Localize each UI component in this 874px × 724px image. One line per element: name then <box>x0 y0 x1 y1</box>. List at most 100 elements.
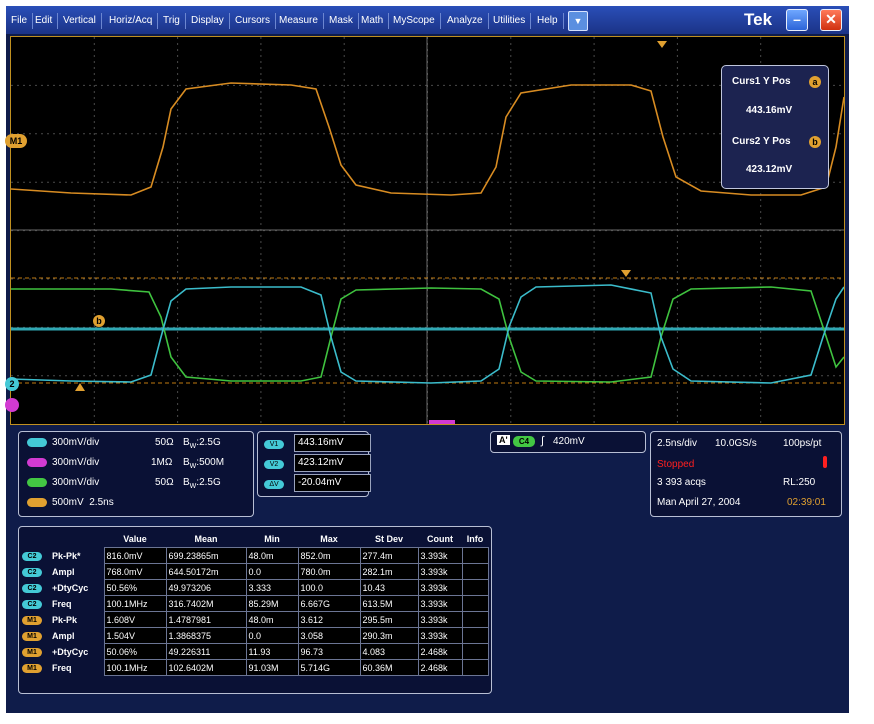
menu-measure[interactable]: Measure <box>274 13 324 29</box>
resolution: 100ps/pt <box>783 438 822 449</box>
measurement-min: 85.29M <box>245 595 299 612</box>
measurement-max: 3.058 <box>297 627 361 644</box>
curs2-marker: b <box>809 136 821 148</box>
menu-horiz-acq[interactable]: Horiz/Acq <box>104 13 159 29</box>
trigger-position-marker[interactable] <box>657 41 667 48</box>
ch4-impedance: 50Ω <box>155 477 174 488</box>
menu-myscope[interactable]: MyScope <box>388 13 441 29</box>
menu-display[interactable]: Display <box>186 13 230 29</box>
measurement-min: 3.333 <box>245 579 299 596</box>
measurement-source-badge: M1 <box>22 615 42 625</box>
measurement-value: 768.0mV <box>103 563 167 580</box>
measurement-count: 3.393k <box>417 547 463 564</box>
table-row[interactable]: C2 Pk-Pk* 816.0mV 699.23865m 48.0m 852.0m 277.… <box>20 547 489 564</box>
measurement-info <box>461 579 489 596</box>
menu-cursors[interactable]: Cursors <box>230 13 277 29</box>
menu-analyze[interactable]: Analyze <box>442 13 489 29</box>
curs2-value: 423.12mV <box>746 164 793 175</box>
m1-offset-marker[interactable]: M1 <box>5 134 27 148</box>
table-row[interactable]: C2 Freq 100.1MHz 316.7402M 85.29M 6.667G 613.5… <box>20 595 489 612</box>
channel-settings-panel: 300mV/div 50Ω BW:2.5G 300mV/div 1MΩ BW:5… <box>18 431 254 517</box>
cursor-b-position-marker[interactable] <box>75 383 85 391</box>
measurement-source-badge: C2 <box>22 567 42 577</box>
waveform-display[interactable]: M1 2 b Curs1 Y Pos a 443.16mV Curs2 Y Po… <box>5 36 845 425</box>
measurement-mean: 1.3868375 <box>165 627 247 644</box>
measurement-name: Pk-Pk <box>52 614 78 625</box>
ch2-offset-marker[interactable]: 2 <box>5 377 19 391</box>
measurement-badge: M1 <box>20 660 50 676</box>
menu-edit[interactable]: Edit <box>30 13 59 29</box>
measurement-name: Ampl <box>52 630 75 641</box>
col-value: Value <box>123 534 147 544</box>
trigger-panel[interactable]: A' C4 ∫ 420mV <box>490 431 646 453</box>
trigger-channel-badge: C4 <box>513 436 535 447</box>
ch2-settings-row[interactable]: 300mV/div <box>27 436 99 450</box>
measurement-info <box>461 611 489 628</box>
menu-help[interactable]: Help <box>532 13 564 29</box>
table-row[interactable]: C2 Ampl 768.0mV 644.50172m 0.0 780.0m 282.1m 3.… <box>20 563 489 580</box>
measurement-stdev: 613.5M <box>359 595 419 612</box>
cursor-b-label-marker: b <box>93 315 105 327</box>
measurement-name: Ampl <box>52 566 75 577</box>
math-settings-row[interactable]: 500mV 2.5ns <box>27 496 114 510</box>
table-row[interactable]: M1 +DtyCyc 50.06% 49.226311 11.93 96.73 4.083 2… <box>20 643 489 660</box>
table-row[interactable]: M1 Freq 100.1MHz 102.6402M 91.03M 5.714G 60.36… <box>20 659 489 676</box>
minimize-button[interactable]: – <box>786 9 808 31</box>
menu-trig[interactable]: Trig <box>158 13 186 29</box>
cursor-readout-box[interactable]: Curs1 Y Pos a 443.16mV Curs2 Y Pos b 423… <box>721 65 829 189</box>
ch4-badge <box>27 477 47 487</box>
measurement-badge: C2 <box>20 548 50 564</box>
table-row[interactable]: C2 +DtyCyc 50.56% 49.973206 3.333 100.0 10.43 3… <box>20 579 489 596</box>
waveform-graticule <box>11 37 844 424</box>
ch3-settings-row[interactable]: 300mV/div <box>27 456 99 470</box>
measurement-source-badge: C2 <box>22 599 42 609</box>
measurement-value: 1.608V <box>103 611 167 628</box>
delta-v-value: -20.04mV <box>294 474 371 492</box>
measurement-source-badge: M1 <box>22 647 42 657</box>
ch2-badge <box>27 437 47 447</box>
measurement-header-row: Value Mean Min Max St Dev Count Info <box>20 531 488 548</box>
ch3-offset-marker[interactable] <box>5 398 19 412</box>
math-time: 2.5ns <box>89 497 114 508</box>
measurement-value: 50.56% <box>103 579 167 596</box>
measurement-mean: 49.226311 <box>165 643 247 660</box>
sample-rate: 10.0GS/s <box>715 438 757 449</box>
menu-vertical[interactable]: Vertical <box>58 13 102 29</box>
ch3-badge <box>27 457 47 467</box>
measurement-max: 96.73 <box>297 643 361 660</box>
measurement-min: 91.03M <box>245 659 299 676</box>
v2-badge: V2 <box>264 460 284 469</box>
col-stdev: St Dev <box>374 534 403 544</box>
math-scale: 500mV <box>52 497 84 508</box>
ch4-settings-row[interactable]: 300mV/div <box>27 476 99 490</box>
measurement-max: 780.0m <box>297 563 361 580</box>
measurement-mean: 316.7402M <box>165 595 247 612</box>
menu-bar: File Edit Vertical Horiz/Acq Trig Displa… <box>6 6 849 34</box>
acq-status: Stopped <box>657 459 695 470</box>
table-row[interactable]: M1 Ampl 1.504V 1.3868375 0.0 3.058 290.3m 3.393… <box>20 627 489 644</box>
measurement-min: 48.0m <box>245 611 299 628</box>
measurement-info <box>461 659 489 676</box>
menu-utilities[interactable]: Utilities <box>488 13 532 29</box>
measurement-info <box>461 627 489 644</box>
curs1-marker: a <box>809 76 821 88</box>
time-per-div: 2.5ns/div <box>657 438 698 449</box>
menu-dropdown-button[interactable]: ▼ <box>568 11 588 31</box>
curs1-value: 443.16mV <box>746 105 793 116</box>
measurement-count: 3.393k <box>417 611 463 628</box>
measurement-name: Pk-Pk* <box>52 550 81 561</box>
menu-mask[interactable]: Mask <box>324 13 359 29</box>
ch3-scale: 300mV/div <box>52 457 100 468</box>
acquisition-panel[interactable]: 2.5ns/div 10.0GS/s 100ps/pt Stopped 3 39… <box>650 431 842 517</box>
measurement-min: 48.0m <box>245 547 299 564</box>
measurement-source-badge: M1 <box>22 631 42 641</box>
record-length: RL:250 <box>783 477 816 488</box>
measurement-badge: C2 <box>20 564 50 580</box>
menu-math[interactable]: Math <box>356 13 390 29</box>
measurement-count: 3.393k <box>417 627 463 644</box>
cursor-a-marker[interactable] <box>621 270 631 277</box>
col-max: Max <box>320 534 338 544</box>
measurement-value: 100.1MHz <box>103 659 167 676</box>
close-button[interactable]: ✕ <box>820 9 842 31</box>
table-row[interactable]: M1 Pk-Pk 1.608V 1.4787981 48.0m 3.612 295.5m 3.… <box>20 611 489 628</box>
